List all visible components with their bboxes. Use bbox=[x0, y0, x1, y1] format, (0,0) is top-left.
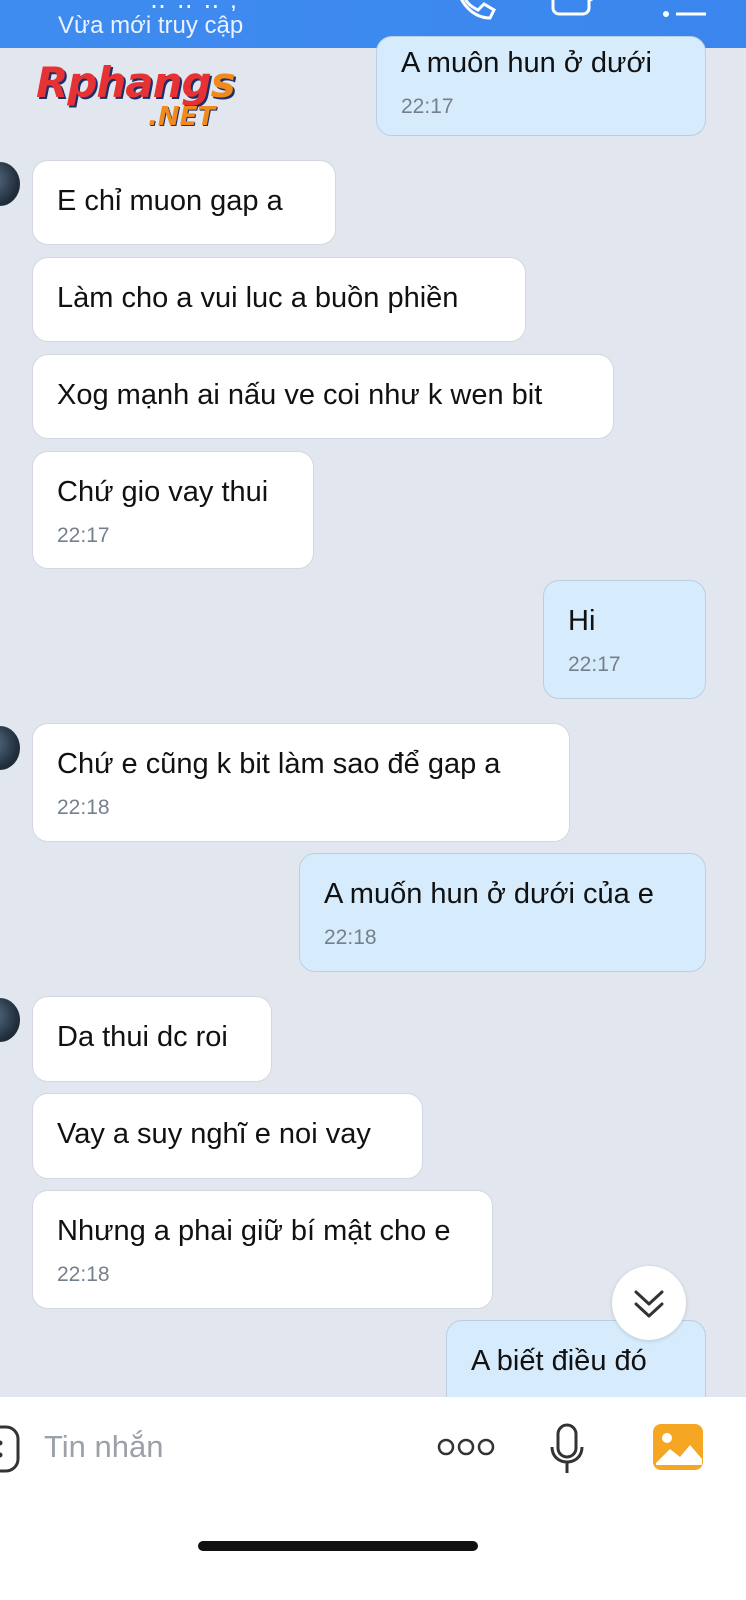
message-bubble-sent[interactable]: A muốn hun ở dưới của e 22:18 bbox=[299, 853, 706, 972]
composer-bar: Tin nhắn bbox=[0, 1397, 746, 1600]
last-seen-status: Vừa mới truy cập bbox=[58, 12, 244, 39]
message-text: A muốn hun ở dưới của e bbox=[324, 878, 654, 910]
message-text: Làm cho a vui luc a buồn phiền bbox=[57, 282, 459, 314]
message-bubble-sent[interactable]: A muôn hun ở dưới 22:17 bbox=[376, 36, 706, 136]
message-text: Nhưng a phai giữ bí mật cho e bbox=[57, 1215, 451, 1247]
message-input[interactable]: Tin nhắn bbox=[44, 1429, 164, 1465]
message-bubble-received[interactable]: Xog mạnh ai nấu ve coi như k wen bit bbox=[32, 354, 614, 439]
message-text: Hi bbox=[568, 605, 596, 637]
message-bubble-sent[interactable]: Hi 22:17 bbox=[543, 580, 706, 699]
sticker-icon[interactable] bbox=[0, 1425, 22, 1475]
scroll-to-bottom-button[interactable] bbox=[612, 1266, 686, 1340]
message-text: Vay a suy nghĩ e noi vay bbox=[57, 1118, 371, 1150]
message-time: 22:17 bbox=[401, 95, 454, 118]
message-time: 22:18 bbox=[57, 1263, 110, 1286]
more-icon[interactable] bbox=[436, 1435, 496, 1459]
message-bubble-received[interactable]: Chứ gio vay thui 22:17 bbox=[32, 451, 314, 569]
video-call-icon[interactable] bbox=[550, 0, 610, 24]
message-time: 22:18 bbox=[57, 796, 110, 819]
message-text: E chỉ muon gap a bbox=[57, 185, 283, 217]
chevron-double-down-icon bbox=[634, 1290, 664, 1318]
image-icon[interactable] bbox=[652, 1423, 704, 1471]
home-indicator bbox=[198, 1541, 478, 1551]
watermark-line2: .NET bbox=[148, 102, 216, 132]
message-text: Chứ e cũng k bit làm sao để gap a bbox=[57, 748, 501, 780]
message-text: Xog mạnh ai nấu ve coi như k wen bit bbox=[57, 379, 543, 411]
message-bubble-received[interactable]: Nhưng a phai giữ bí mật cho e 22:18 bbox=[32, 1190, 493, 1309]
watermark-line1: Rphangs bbox=[36, 58, 236, 107]
message-time: 22:17 bbox=[57, 524, 110, 547]
message-bubble-received[interactable]: Vay a suy nghĩ e noi vay bbox=[32, 1093, 423, 1179]
message-text: A muôn hun ở dưới bbox=[401, 47, 652, 79]
message-bubble-received[interactable]: E chỉ muon gap a bbox=[32, 160, 336, 245]
menu-icon[interactable] bbox=[660, 0, 710, 24]
watermark-logo: Rphangs .NET bbox=[36, 58, 276, 144]
message-bubble-received[interactable]: Da thui dc roi bbox=[32, 996, 272, 1082]
phone-icon[interactable] bbox=[452, 0, 498, 24]
message-time: 22:17 bbox=[568, 653, 621, 676]
message-bubble-received[interactable]: Làm cho a vui luc a buồn phiền bbox=[32, 257, 526, 342]
message-text: Da thui dc roi bbox=[57, 1021, 228, 1053]
contact-avatar[interactable] bbox=[0, 162, 20, 206]
message-time: 22:18 bbox=[324, 926, 377, 949]
message-text: A biết điều đó bbox=[471, 1345, 647, 1377]
message-bubble-received[interactable]: Chứ e cũng k bit làm sao để gap a 22:18 bbox=[32, 723, 570, 842]
contact-avatar[interactable] bbox=[0, 998, 20, 1042]
contact-avatar[interactable] bbox=[0, 726, 20, 770]
watermark-letter: s bbox=[210, 58, 236, 107]
message-text: Chứ gio vay thui bbox=[57, 476, 269, 508]
microphone-icon[interactable] bbox=[548, 1423, 588, 1477]
